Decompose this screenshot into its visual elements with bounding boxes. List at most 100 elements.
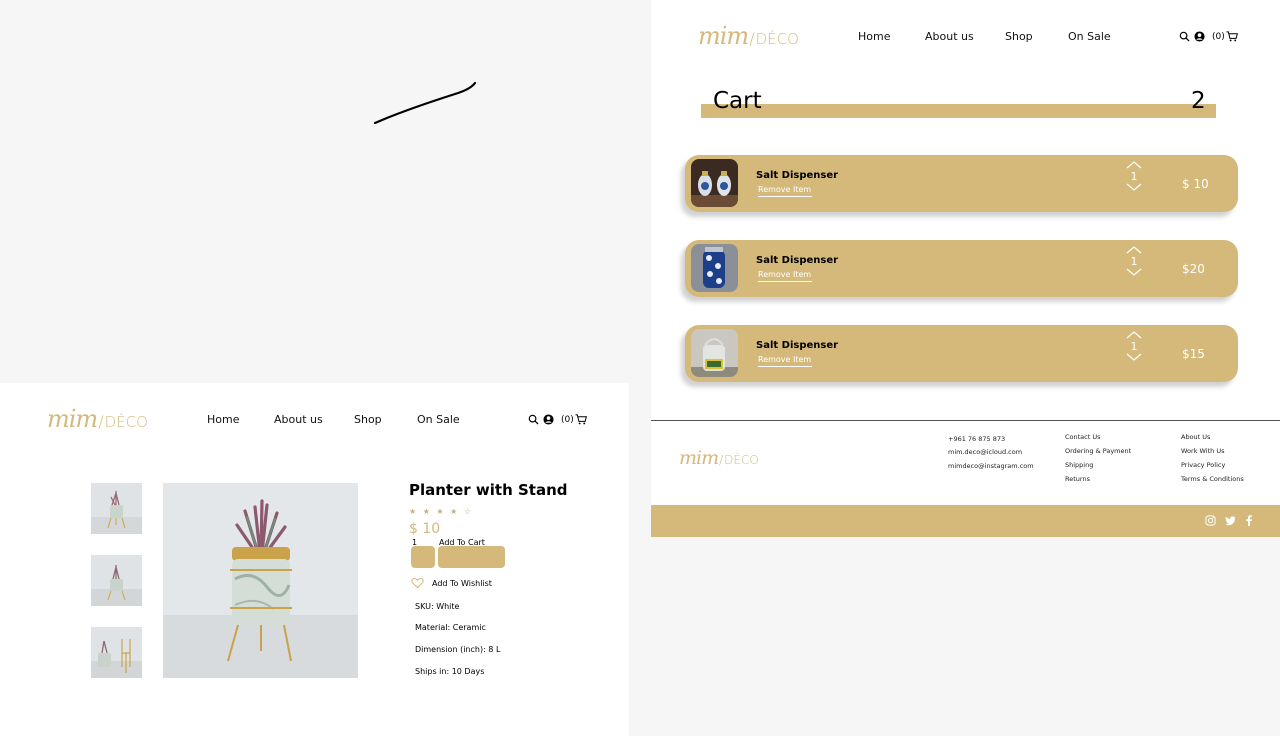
logo-slash: / [98,412,104,431]
remove-underline [758,281,812,282]
footer-link-privacy[interactable]: Privacy Policy [1181,461,1225,469]
remove-item-link[interactable]: Remove Item [758,355,812,365]
nav-home[interactable]: Home [207,413,239,426]
quantity-stepper: 1 [1125,246,1143,276]
remove-item-link[interactable]: Remove Item [758,185,812,195]
logo-mim: mim [679,447,719,469]
footer-email[interactable]: mim.deco@icloud.com [948,448,1022,456]
chevron-up-icon[interactable] [1125,161,1143,169]
cart-item-count: 2 [1191,88,1206,114]
spec-shipping: Ships in: 10 Days [415,667,485,676]
product-thumbnail[interactable] [691,329,738,377]
cart-icon[interactable] [575,414,587,425]
footer-logo[interactable]: mim / DÉCO [679,447,759,469]
quantity-stepper: 1 [1125,331,1143,361]
pen-stroke [373,81,477,125]
logo-deco: DÉCO [755,30,799,48]
nav-shop[interactable]: Shop [354,413,382,426]
quantity-value: 1 [1130,255,1138,268]
cart-item-price: $15 [1182,347,1205,361]
product-price: $ 10 [409,521,441,537]
cart-count-label[interactable]: (0) [561,415,574,425]
social-links [1205,515,1253,526]
product-page: mim / DÉCO Home About us Shop On Sale (0… [0,383,629,736]
nav-sale[interactable]: On Sale [417,413,460,426]
twitter-icon[interactable] [1225,515,1236,526]
cart-item-name: Salt Dispenser [756,340,839,351]
add-to-wishlist-button[interactable]: Add To Wishlist [411,577,492,589]
chevron-up-icon[interactable] [1125,246,1143,254]
nav-shop[interactable]: Shop [1005,30,1033,43]
blank-canvas-panel [0,0,651,383]
footer-instagram[interactable]: mimdeco@instagram.com [948,462,1034,470]
header-icons: (0) [528,414,587,425]
brand-logo[interactable]: mim / DÉCO [47,405,148,433]
cart-item-name: Salt Dispenser [756,255,839,266]
nav-about[interactable]: About us [925,30,974,43]
logo-mim: mim [698,22,749,50]
remove-underline [758,366,812,367]
rating-stars: ★ ★ ★ ★ ☆ [409,507,474,516]
chevron-up-icon[interactable] [1125,331,1143,339]
facebook-icon[interactable] [1245,515,1253,526]
footer-link-work[interactable]: Work With Us [1181,447,1225,455]
footer-link-contact[interactable]: Contact Us [1065,433,1101,441]
remove-item-link[interactable]: Remove Item [758,270,812,280]
nav-sale[interactable]: On Sale [1068,30,1111,43]
cart-icon[interactable] [1226,31,1238,42]
footer-bar [651,505,1280,537]
chevron-down-icon[interactable] [1125,183,1143,191]
search-icon[interactable] [1179,31,1190,42]
product-thumbnail-3[interactable] [91,627,142,678]
product-title: Planter with Stand [409,481,568,499]
cart-item-name: Salt Dispenser [756,170,839,181]
chevron-down-icon[interactable] [1125,353,1143,361]
cart-item-price: $20 [1182,262,1205,276]
footer-link-returns[interactable]: Returns [1065,475,1090,483]
cart-page: mim / DÉCO Home About us Shop On Sale (0… [651,0,1280,420]
brand-logo[interactable]: mim / DÉCO [698,22,799,50]
footer-link-terms[interactable]: Terms & Conditions [1181,475,1244,483]
quantity-stepper: 1 [1125,161,1143,191]
logo-mim: mim [47,405,98,433]
product-main-image[interactable] [163,483,358,678]
spec-dimension: Dimension (inch): 8 L [415,645,501,654]
user-icon[interactable] [543,414,554,425]
site-footer: mim / DÉCO +961 76 875 873 mim.deco@iclo… [651,420,1280,537]
cart-header-bar [701,104,1216,118]
footer-link-ordering[interactable]: Ordering & Payment [1065,447,1131,455]
product-thumbnail-2[interactable] [91,555,142,606]
header-icons: (0) [1179,31,1238,42]
footer-link-shipping[interactable]: Shipping [1065,461,1093,469]
footer-link-about[interactable]: About Us [1181,433,1210,441]
chevron-down-icon[interactable] [1125,268,1143,276]
wishlist-label: Add To Wishlist [432,578,492,588]
spec-material: Material: Ceramic [415,623,486,632]
search-icon[interactable] [528,414,539,425]
footer-phone[interactable]: +961 76 875 873 [948,435,1005,443]
spec-sku: SKU: White [415,602,460,611]
quantity-input[interactable] [411,546,435,568]
nav-home[interactable]: Home [858,30,890,43]
logo-slash: / [749,29,755,48]
cart-item: Salt Dispenser Remove Item 1 $20 [685,240,1238,297]
cart-item-price: $ 10 [1182,177,1209,191]
quantity-value: 1 [1130,170,1138,183]
cart-item: Salt Dispenser Remove Item 1 $15 [685,325,1238,382]
cart-item: Salt Dispenser Remove Item 1 $ 10 [685,155,1238,212]
nav-about[interactable]: About us [274,413,323,426]
logo-deco: DÉCO [104,413,148,431]
user-icon[interactable] [1194,31,1205,42]
cart-count-label[interactable]: (0) [1212,32,1225,42]
logo-deco: DÉCO [724,453,759,467]
remove-underline [758,196,812,197]
product-thumbnail-1[interactable] [91,483,142,534]
logo-slash: / [719,453,724,467]
add-to-cart-button[interactable] [438,546,505,568]
heart-icon [411,578,424,589]
product-thumbnail[interactable] [691,244,738,292]
instagram-icon[interactable] [1205,515,1216,526]
cart-title: Cart [713,88,762,114]
product-thumbnail[interactable] [691,159,738,207]
quantity-value: 1 [1130,340,1138,353]
